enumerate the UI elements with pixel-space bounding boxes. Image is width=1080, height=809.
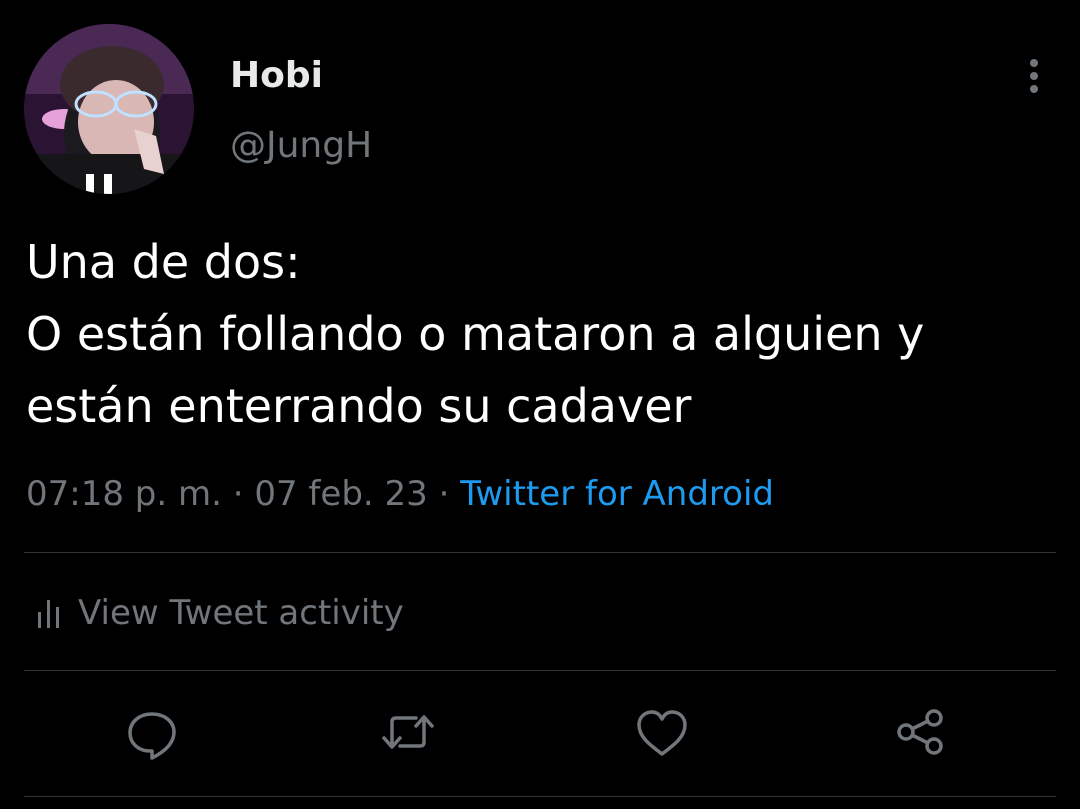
divider (24, 552, 1056, 553)
tweet-text-line: O están follando o mataron a alguien y (26, 307, 925, 361)
bar-chart-icon (38, 600, 59, 628)
tweet-text-line: están enterrando su cadaver (26, 379, 692, 433)
share-icon (897, 709, 943, 755)
tweet-text-line: Una de dos: (26, 235, 301, 289)
tweet-date[interactable]: 07 feb. 23 (254, 474, 427, 514)
display-name[interactable]: Hobi (230, 54, 323, 98)
meta-separator: · (232, 474, 244, 514)
avatar[interactable] (24, 24, 194, 194)
avatar-image (24, 24, 194, 194)
tweet-meta: 07:18 p. m. · 07 feb. 23 · Twitter for A… (26, 470, 774, 518)
more-vertical-icon (1030, 59, 1038, 93)
tweet-time[interactable]: 07:18 p. m. (26, 474, 222, 514)
comment-icon (128, 712, 176, 760)
user-handle[interactable]: @JungH (230, 124, 372, 168)
retweet-button[interactable] (378, 702, 438, 762)
heart-icon (637, 710, 687, 756)
reply-button[interactable] (122, 702, 182, 762)
meta-separator: · (438, 474, 450, 514)
share-button[interactable] (890, 702, 950, 762)
more-options-button[interactable] (1016, 54, 1052, 98)
tweet-text: Una de dos: O están follando o mataron a… (26, 226, 1056, 442)
view-tweet-activity-button[interactable]: View Tweet activity (36, 588, 404, 638)
divider (24, 796, 1056, 797)
tweet-source-link[interactable]: Twitter for Android (460, 474, 774, 514)
divider (24, 670, 1056, 671)
like-button[interactable] (632, 702, 692, 762)
retweet-icon (382, 715, 434, 749)
view-tweet-activity-label: View Tweet activity (78, 593, 404, 633)
